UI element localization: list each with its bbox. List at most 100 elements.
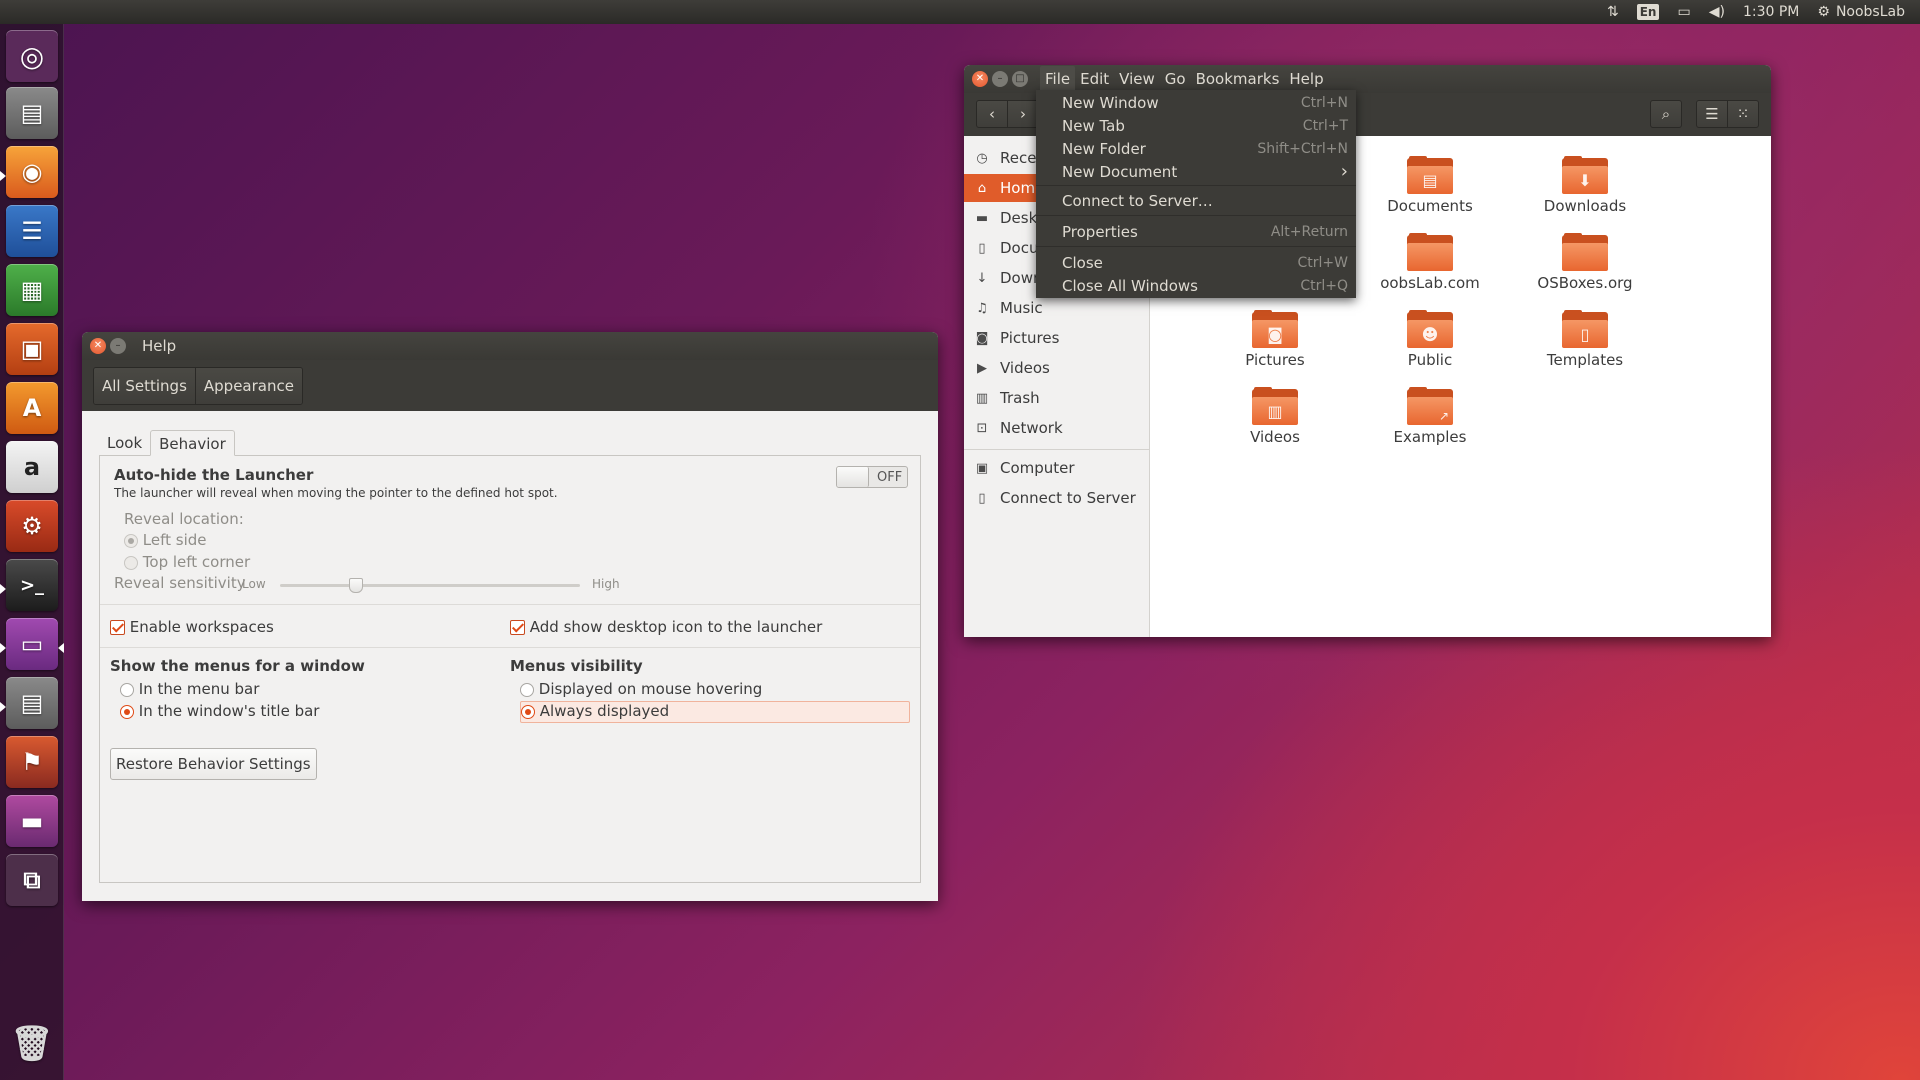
show-desktop-icon[interactable]: ⧉ xyxy=(6,854,58,906)
amazon-icon[interactable]: a xyxy=(6,441,58,493)
calc-icon[interactable]: ▦ xyxy=(6,264,58,316)
menu-bookmarks[interactable]: Bookmarks xyxy=(1191,66,1285,92)
restore-behavior-button[interactable]: Restore Behavior Settings xyxy=(110,748,317,780)
in-menu-bar-radio[interactable]: In the menu bar xyxy=(120,680,259,698)
minimize-icon[interactable]: – xyxy=(992,71,1008,87)
video-icon: ▶ xyxy=(977,360,987,376)
on-hover-radio[interactable]: Displayed on mouse hovering xyxy=(520,680,762,698)
breadcrumb: All Settings Appearance xyxy=(93,366,303,405)
folder-public[interactable]: ☻ Public xyxy=(1355,310,1505,369)
menu-view[interactable]: View xyxy=(1114,66,1160,92)
menu-item-new-document[interactable]: New Document › xyxy=(1036,160,1356,183)
folder-videos[interactable]: ▥ Videos xyxy=(1200,387,1350,446)
autohide-toggle[interactable]: OFF xyxy=(836,466,908,488)
workspace-switcher-icon[interactable]: ▬ xyxy=(6,795,58,847)
files-launcher-icon[interactable]: ▤ xyxy=(6,87,58,139)
tab-bar: Look Behavior xyxy=(99,430,235,456)
list-view-button[interactable]: ☰ xyxy=(1696,100,1728,128)
reveal-sensitivity-label: Reveal sensitivity xyxy=(114,574,246,592)
sidebar-item-computer[interactable]: ▣ Computer xyxy=(964,454,1150,482)
maximize-icon[interactable]: □ xyxy=(1012,71,1028,87)
sidebar-item-videos[interactable]: ▶ Videos xyxy=(964,354,1150,382)
sidebar-item-trash[interactable]: ▥ Trash xyxy=(964,384,1150,412)
menu-item-connect-server[interactable]: Connect to Server… xyxy=(1036,189,1356,212)
enable-workspaces-checkbox[interactable]: Enable workspaces xyxy=(110,618,274,636)
terminal-icon[interactable]: >_ xyxy=(6,559,58,611)
help-body: Look Behavior Auto-hide the Launcher The… xyxy=(99,430,921,883)
search-button[interactable]: ⌕ xyxy=(1650,100,1682,128)
sidebar-item-connect-server[interactable]: ▯ Connect to Server xyxy=(964,484,1150,512)
left-side-option[interactable]: Left side xyxy=(124,531,207,549)
sensitivity-slider[interactable] xyxy=(280,578,580,593)
menu-file[interactable]: File xyxy=(1040,66,1076,92)
volume-icon[interactable]: ◀) xyxy=(1709,4,1725,20)
slider-thumb[interactable] xyxy=(348,578,363,593)
maps-icon[interactable]: ⚑ xyxy=(6,736,58,788)
network-transfer-icon[interactable]: ⇅ xyxy=(1607,4,1619,20)
firefox-icon[interactable]: ◉ xyxy=(6,146,58,198)
folder-icon: ▤ xyxy=(1407,156,1453,194)
reveal-location-label: Reveal location: xyxy=(124,510,244,528)
menu-item-close-all[interactable]: Close All Windows Ctrl+Q xyxy=(1036,274,1356,297)
menu-item-close[interactable]: Close Ctrl+W xyxy=(1036,251,1356,274)
folder-templates[interactable]: ▯ Templates xyxy=(1510,310,1660,369)
folder-pictures[interactable]: ◙ Pictures xyxy=(1200,310,1350,369)
forward-button[interactable]: › xyxy=(1007,100,1039,128)
sidebar-item-music[interactable]: ♫ Music xyxy=(964,294,1150,322)
trash-icon[interactable]: 🗑 xyxy=(6,1018,58,1070)
battery-icon[interactable]: ▭ xyxy=(1677,4,1690,20)
in-title-bar-radio[interactable]: In the window's title bar xyxy=(120,702,319,720)
system-settings-icon[interactable]: ⚙ xyxy=(6,500,58,552)
impress-icon[interactable]: ▣ xyxy=(6,323,58,375)
clock[interactable]: 1:30 PM xyxy=(1743,4,1799,20)
file-menu-dropdown: New Window Ctrl+N New Tab Ctrl+T New Folde… xyxy=(1036,90,1356,298)
network-icon: ⊡ xyxy=(976,420,988,436)
window-title: Help xyxy=(142,337,177,355)
menu-edit[interactable]: Edit xyxy=(1075,66,1114,92)
folder-noobslab[interactable]: oobsLab.com xyxy=(1355,233,1505,292)
launcher: ◎ ▤ ◉ ☰ ▦ ▣ A a ⚙ >_ ▭ ▤ ⚑ ▬ ⧉ 🗑 xyxy=(0,24,64,1080)
files-2-icon[interactable]: ▤ xyxy=(6,677,58,729)
show-desktop-checkbox[interactable]: Add show desktop icon to the launcher xyxy=(510,618,822,636)
close-icon[interactable]: ✕ xyxy=(90,338,106,354)
menu-item-properties[interactable]: Properties Alt+Return xyxy=(1036,220,1356,243)
folder-documents[interactable]: ▤ Documents xyxy=(1355,156,1505,215)
menu-item-new-window[interactable]: New Window Ctrl+N xyxy=(1036,91,1356,114)
sidebar-item-pictures[interactable]: ◙ Pictures xyxy=(964,324,1150,352)
keyboard-layout-indicator[interactable]: En xyxy=(1636,4,1660,20)
help-titlebar[interactable]: ✕ – Help xyxy=(82,332,938,360)
always-displayed-radio[interactable]: Always displayed xyxy=(520,701,910,723)
back-button[interactable]: ‹ xyxy=(976,100,1008,128)
tab-look[interactable]: Look xyxy=(99,430,150,456)
software-center-icon[interactable]: A xyxy=(6,382,58,434)
session-menu[interactable]: ⚙ NoobsLab xyxy=(1817,4,1905,20)
tab-behavior[interactable]: Behavior xyxy=(150,430,235,456)
folder-examples[interactable]: ↗ Examples xyxy=(1355,387,1505,446)
display-settings-icon[interactable]: ▭ xyxy=(6,618,58,670)
keyboard-icon: En xyxy=(1636,4,1660,20)
menu-bar: File Edit View Go Bookmarks Help xyxy=(1040,66,1329,92)
user-name: NoobsLab xyxy=(1835,4,1905,20)
menu-item-new-folder[interactable]: New Folder Shift+Ctrl+N xyxy=(1036,137,1356,160)
all-settings-button[interactable]: All Settings xyxy=(94,367,196,404)
folder-downloads[interactable]: ⬇ Downloads xyxy=(1510,156,1660,215)
appearance-button[interactable]: Appearance xyxy=(195,367,302,404)
top-left-corner-option[interactable]: Top left corner xyxy=(124,553,250,571)
close-icon[interactable]: ✕ xyxy=(972,71,988,87)
clock-icon: ◷ xyxy=(976,150,988,166)
sensitivity-low-label: Low xyxy=(242,577,266,591)
trash-icon: ▥ xyxy=(975,390,989,406)
ubuntu-dash-icon[interactable]: ◎ xyxy=(6,30,58,82)
sidebar-item-network[interactable]: ⊡ Network xyxy=(964,414,1150,442)
menu-help[interactable]: Help xyxy=(1284,66,1328,92)
menu-go[interactable]: Go xyxy=(1160,66,1191,92)
folder-osboxes[interactable]: OSBoxes.org xyxy=(1510,233,1660,292)
grid-view-button[interactable]: ⁙ xyxy=(1727,100,1759,128)
folder-icon: ↗ xyxy=(1407,387,1453,425)
minimize-icon[interactable]: – xyxy=(110,338,126,354)
folder-icon: ◙ xyxy=(1252,310,1298,348)
menu-item-new-tab[interactable]: New Tab Ctrl+T xyxy=(1036,114,1356,137)
files-titlebar[interactable]: ✕ – □ File Edit View Go Bookmarks Help xyxy=(964,65,1771,93)
writer-icon[interactable]: ☰ xyxy=(6,205,58,257)
menus-visibility-heading: Menus visibility xyxy=(510,657,643,675)
